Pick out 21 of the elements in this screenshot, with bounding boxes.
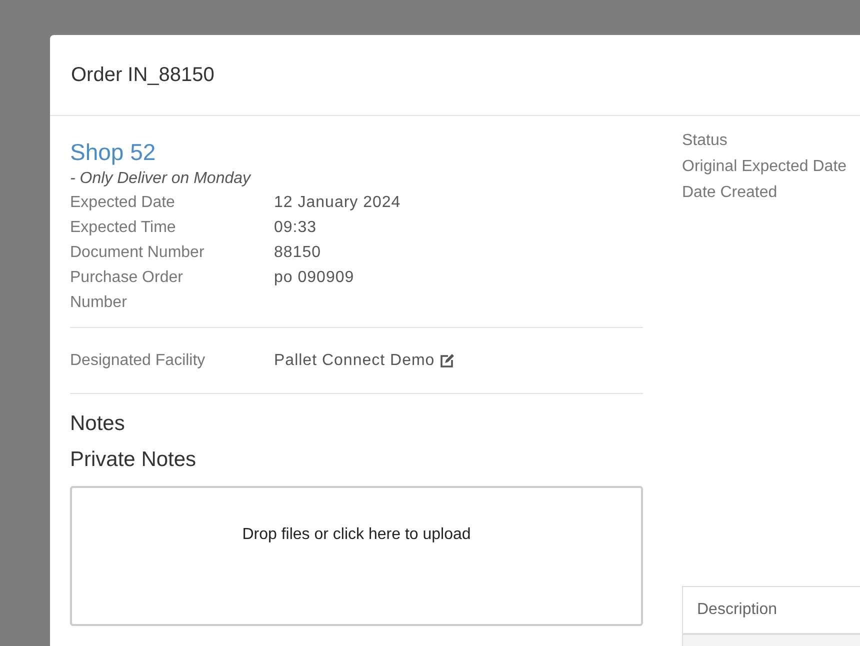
field-label: Purchase Order Number: [70, 268, 184, 313]
field-label: Designated Facility: [70, 351, 206, 371]
customer-link[interactable]: Shop 52: [70, 136, 643, 168]
field-value: 12 January 2024: [274, 193, 402, 213]
field-value: 09:33: [274, 218, 318, 238]
field-value: 88150: [274, 243, 322, 263]
field-label: Date Created: [682, 183, 778, 203]
field-value: Pallet Connect Demo: [274, 351, 435, 371]
field-value: po 090909: [274, 268, 356, 288]
edit-icon[interactable]: [438, 352, 455, 368]
field-label: Expected Date: [70, 193, 176, 213]
notes-heading: Notes: [70, 411, 126, 437]
field-label: Original Expected Date: [682, 157, 848, 177]
private-notes-heading: Private Notes: [70, 447, 198, 473]
dialog-title: Order IN_88150: [71, 64, 214, 86]
column-header: Description: [697, 601, 778, 619]
delivery-note: - Only Deliver on Monday: [70, 169, 252, 189]
field-label: Document Number: [70, 243, 206, 263]
upload-dropzone[interactable]: Drop files or click here to upload: [70, 486, 643, 626]
field-label: Status: [682, 131, 728, 151]
field-label: Expected Time: [70, 218, 177, 238]
